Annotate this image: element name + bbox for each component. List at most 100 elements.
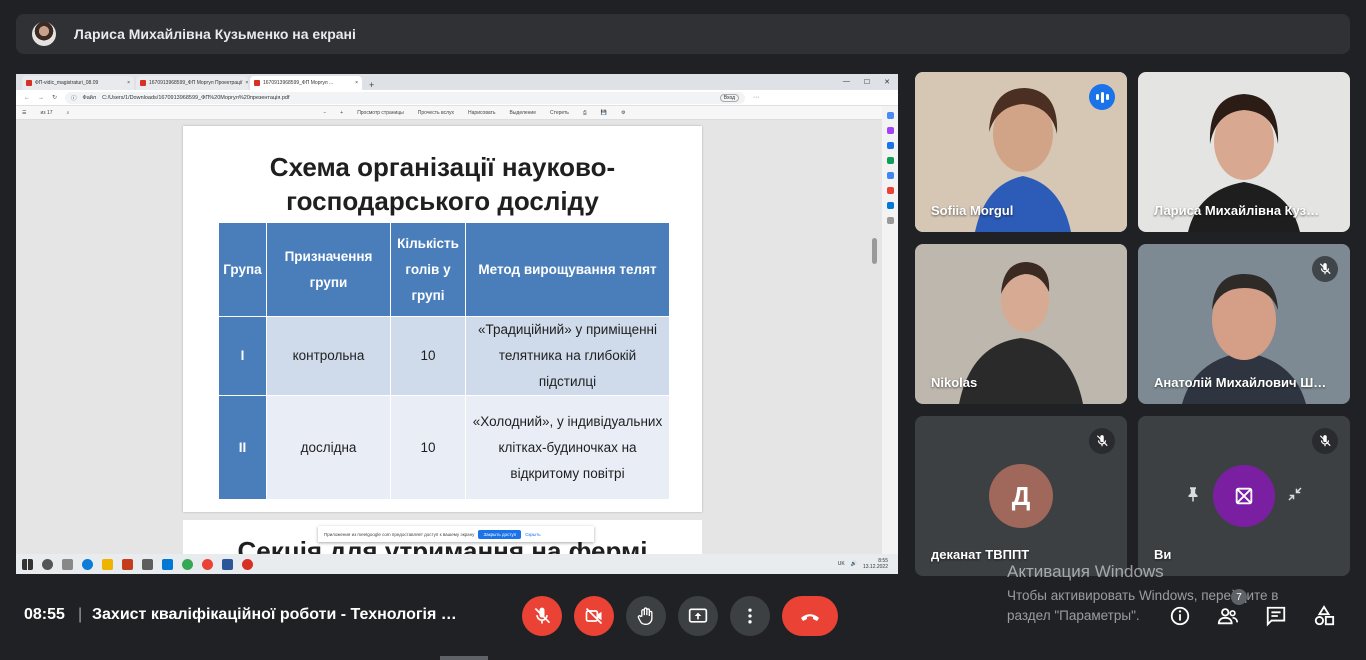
participant-tile[interactable]: Sofiia Morgul [915,72,1127,232]
pdf-icon [254,80,260,86]
save-icon[interactable]: 💾 [601,110,607,116]
powerpoint-icon[interactable] [122,558,133,570]
contents-icon[interactable]: ☰ [22,110,26,116]
presenter-banner: Лариса Михайлівна Кузьменко на екрані [16,14,1350,54]
highlight-button[interactable]: Выделение [509,110,536,116]
chat-button[interactable] [1262,602,1290,630]
pdf-viewer[interactable]: Схема організації науково- господарськог… [16,120,882,554]
divider: | [78,606,83,623]
taskbar-clock[interactable]: 8:55 13.12.2022 [863,558,888,570]
mic-off-icon [1089,428,1115,454]
table-row: II дослідна 10 «Холодний», у індивідуаль… [218,395,670,500]
edge-icon[interactable] [82,558,93,570]
tools-icon[interactable] [886,142,894,149]
activities-icon [1314,605,1335,626]
table-header: Метод вирощування телят [465,222,670,317]
page-view-button[interactable]: Просмотр страницы [357,110,404,116]
language-indicator[interactable]: UK [838,561,845,567]
opera-icon[interactable] [242,558,253,570]
browser-tab-strip: ФП-vidic_magistraturi_08.09 × 16709139685… [16,74,898,90]
erase-button[interactable]: Стереть [550,110,569,116]
games-icon[interactable] [886,157,894,164]
raise-hand-button[interactable] [626,596,666,636]
mic-off-icon [1312,428,1338,454]
volume-icon[interactable]: 🔊 [851,561,857,567]
chrome-icon[interactable] [182,558,193,570]
info-icon [1170,606,1190,626]
participant-tile[interactable]: Лариса Михайлівна Куз… [1138,72,1350,232]
close-icon[interactable]: × [355,80,358,86]
chrome-profile-icon[interactable] [202,558,213,570]
self-tile-controls [1184,464,1304,528]
meeting-title: Захист кваліфікаційної роботи - Технолог… [92,606,457,623]
browser-tab-active[interactable]: 1670913968599_ФП Моргул ... × [250,76,362,90]
window-controls: — ☐ ✕ [843,78,898,86]
mail-icon[interactable] [162,558,173,570]
start-icon[interactable] [22,558,33,570]
stop-sharing-button[interactable]: Закрыть доступ [478,529,522,539]
add-icon[interactable] [886,217,894,224]
close-window-icon[interactable]: ✕ [884,78,890,86]
zoom-in-icon[interactable]: + [340,110,343,116]
shopping-icon[interactable] [886,127,894,134]
pin-icon[interactable] [1184,485,1202,508]
forward-icon[interactable]: → [38,95,44,101]
office-apps-icon[interactable] [886,187,894,194]
new-tab-icon[interactable]: + [364,80,379,90]
present-screen-button[interactable] [678,596,718,636]
participant-tile[interactable]: Nikolas [915,244,1127,404]
more-options-button[interactable] [730,596,770,636]
maximize-icon[interactable]: ☐ [864,78,870,86]
slide-title: Схема організації науково- господарськог… [269,152,616,216]
shared-screen: ФП-vidic_magistraturi_08.09 × 16709139685… [16,74,898,574]
zoom-out-icon[interactable]: − [323,110,326,116]
scrollbar-thumb[interactable] [872,238,877,264]
participant-avatar: Д [989,464,1053,528]
draw-button[interactable]: Нарисовать [468,110,495,116]
back-icon[interactable]: ← [24,95,30,101]
participant-tile-self[interactable]: Ви [1138,416,1350,576]
leave-call-button[interactable] [782,596,838,636]
word-icon[interactable] [222,558,233,570]
search-icon[interactable]: ⌕ [67,110,70,116]
browser-tab[interactable]: 1670913968599_ФП Моргул Проектрації × [136,76,248,90]
menu-icon[interactable]: ⋯ [753,94,759,101]
activities-button[interactable] [1310,602,1338,630]
print-icon[interactable]: ⎙ [583,110,587,116]
search-icon[interactable] [42,558,53,570]
minimize-icon[interactable]: — [843,78,850,86]
explorer-icon[interactable] [102,558,113,570]
profile-button[interactable]: Вход [719,93,740,102]
address-bar[interactable]: ⓘ Файл C:/Users/1/Downloads/167091396859… [65,91,746,104]
store-icon[interactable] [142,558,153,570]
office-icon[interactable] [886,172,894,179]
camera-toggle-button[interactable] [574,596,614,636]
mic-toggle-button[interactable] [522,596,562,636]
participant-tile[interactable]: Д деканат ТВППТ [915,416,1127,576]
settings-icon[interactable]: ⚙ [621,110,625,116]
people-button[interactable] [1214,602,1242,630]
table-cell: I [218,316,267,396]
participant-tile[interactable]: Анатолій Михайлович Ш… [1138,244,1350,404]
minimize-tile-icon[interactable] [1286,485,1304,508]
address-text: C:/Users/1/Downloads/1670913968599_ФП%20… [102,94,290,101]
task-view-icon[interactable] [62,558,73,570]
meeting-details-button[interactable] [1166,602,1194,630]
close-icon[interactable]: × [245,80,248,86]
reload-icon[interactable]: ↻ [52,94,57,101]
close-icon[interactable]: × [127,80,130,86]
table-cell: II [218,395,267,500]
table-row: I контрольна 10 «Традиційний» у приміщен… [218,316,670,396]
more-vert-icon [748,608,752,624]
hide-notification-link[interactable]: Скрыть [525,532,540,537]
outlook-icon[interactable] [886,202,894,209]
frame-icon[interactable] [1213,465,1275,527]
screen-share-notification: Приложения из meetgoogle com предоставля… [318,526,594,542]
read-aloud-button[interactable]: Прочесть вслух [418,110,454,116]
browser-tab[interactable]: ФП-vidic_magistraturi_08.09 × [22,76,134,90]
participant-name: Лариса Михайлівна Куз… [1154,203,1320,218]
search-icon[interactable] [886,112,894,119]
speaking-indicator-icon [1089,84,1115,110]
pdf-icon [140,80,146,86]
table-cell: «Холодний», у індивідуальних клітках-буд… [465,395,670,500]
